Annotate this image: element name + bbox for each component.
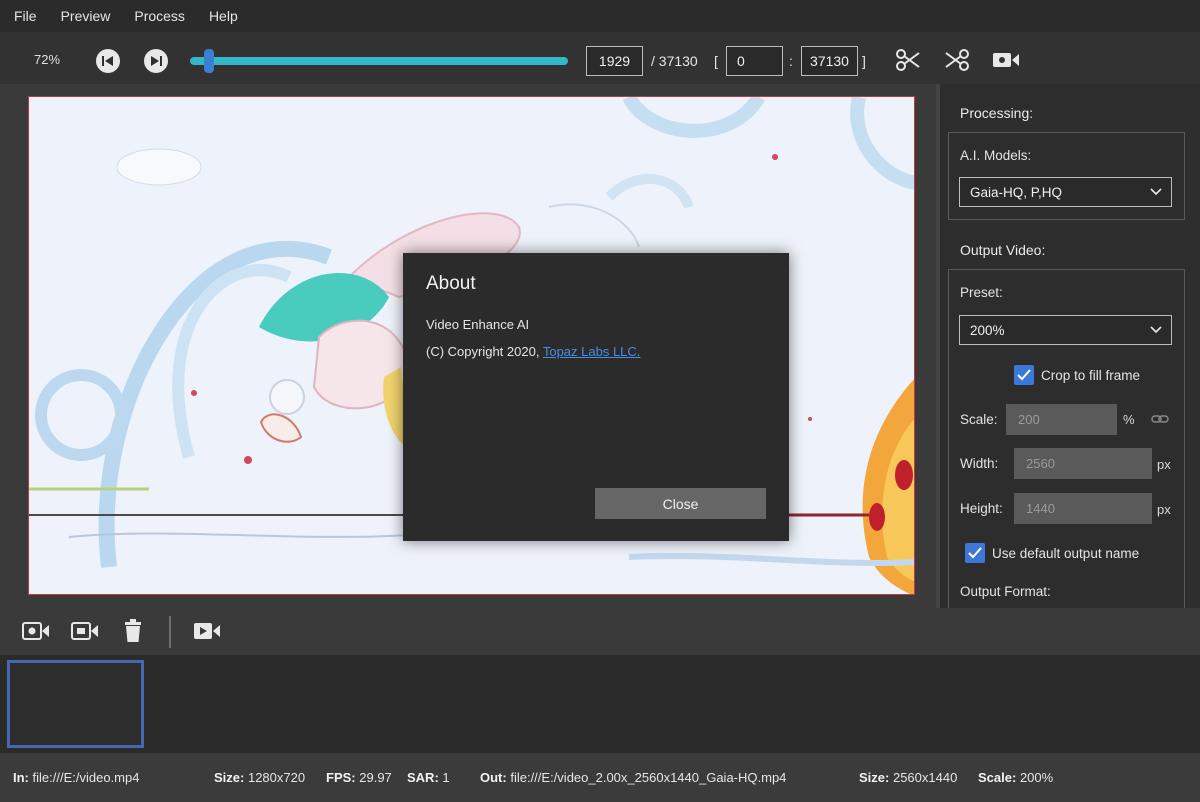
current-frame-field[interactable]: 1929: [586, 46, 643, 76]
preset-label: Preset:: [960, 285, 1003, 300]
about-dialog: About Video Enhance AI (C) Copyright 202…: [403, 253, 789, 541]
clip-toolbar: [0, 608, 1200, 655]
next-frame-button[interactable]: [144, 49, 168, 73]
about-product-name: Video Enhance AI: [426, 317, 530, 332]
height-field[interactable]: 1440: [1014, 493, 1152, 524]
video-camera-icon[interactable]: [992, 51, 1020, 69]
total-frames: / 37130: [651, 53, 698, 69]
chevron-down-icon: [1150, 188, 1162, 196]
about-copyright: (C) Copyright 2020, Topaz Labs LLC.: [426, 344, 640, 359]
range-start-field[interactable]: 0: [726, 46, 783, 76]
processing-heading: Processing:: [960, 105, 1034, 121]
chevron-down-icon: [1150, 326, 1162, 334]
scale-field[interactable]: 200: [1006, 404, 1117, 435]
status-bar: In: file:///E:/video.mp4 Size: 1280x720 …: [0, 753, 1200, 802]
checkmark-icon: [1017, 369, 1031, 381]
default-output-name-label[interactable]: Use default output name: [992, 546, 1139, 561]
toolbar-divider: [169, 616, 171, 648]
output-video-heading: Output Video:: [960, 242, 1046, 258]
output-size-status: Size: 2560x1440: [859, 770, 958, 785]
width-unit: px: [1157, 457, 1171, 472]
checkmark-icon: [968, 547, 982, 559]
output-file-status: Out: file:///E:/video_2.00x_2560x1440_Ga…: [480, 770, 787, 785]
preset-value: 200%: [970, 322, 1005, 338]
about-copyright-text: (C) Copyright 2020,: [426, 344, 540, 359]
sar-status: SAR: 1: [407, 770, 450, 785]
preset-select[interactable]: 200%: [959, 315, 1172, 345]
width-label: Width:: [960, 456, 999, 471]
range-end-field[interactable]: 37130: [801, 46, 858, 76]
skip-back-icon: [102, 56, 113, 66]
play-video-icon[interactable]: [193, 621, 221, 641]
range-separator: :: [789, 53, 793, 69]
ai-model-value: Gaia-HQ, P,HQ: [970, 184, 1063, 200]
fps-status: FPS: 29.97: [326, 770, 392, 785]
input-file-status: In: file:///E:/video.mp4: [13, 770, 140, 785]
toolbar: 72% 1929 / 37130 [ 0 : 37130 ]: [0, 32, 1200, 84]
output-format-label: Output Format:: [960, 584, 1051, 599]
settings-panel: Processing: A.I. Models: Gaia-HQ, P,HQ O…: [936, 84, 1200, 609]
timeline-slider-handle[interactable]: [204, 49, 214, 73]
add-video-icon[interactable]: [22, 621, 50, 641]
output-video-group: Preset: 200% Crop to fill frame Scale: 2…: [948, 269, 1185, 609]
ai-models-group: A.I. Models: Gaia-HQ, P,HQ: [948, 132, 1185, 220]
close-button[interactable]: Close: [595, 488, 766, 519]
menu-process[interactable]: Process: [134, 8, 185, 24]
skip-forward-icon: [151, 56, 162, 66]
width-field[interactable]: 2560: [1014, 448, 1152, 479]
scale-unit: %: [1123, 412, 1135, 427]
menu-file[interactable]: File: [14, 8, 37, 24]
company-link[interactable]: Topaz Labs LLC.: [543, 344, 641, 359]
ai-model-select[interactable]: Gaia-HQ, P,HQ: [959, 177, 1172, 207]
trash-icon[interactable]: [123, 619, 143, 643]
output-scale-status: Scale: 200%: [978, 770, 1054, 785]
menu-bar: File Preview Process Help: [0, 0, 1200, 32]
menu-preview[interactable]: Preview: [61, 8, 111, 24]
clip-thumbnail[interactable]: [7, 660, 144, 748]
ai-models-label: A.I. Models:: [960, 148, 1032, 163]
height-unit: px: [1157, 502, 1171, 517]
input-size-status: Size: 1280x720: [214, 770, 306, 785]
prev-frame-button[interactable]: [96, 49, 120, 73]
about-title: About: [426, 273, 476, 294]
range-bracket-close: ]: [862, 53, 866, 69]
clip-thumbnail-strip: [0, 655, 1200, 753]
scissors-reverse-icon[interactable]: [944, 48, 970, 72]
range-bracket-open: [: [714, 53, 718, 69]
crop-label[interactable]: Crop to fill frame: [1041, 368, 1140, 383]
link-icon[interactable]: [1151, 413, 1169, 425]
scissors-icon[interactable]: [895, 48, 921, 72]
timeline-slider[interactable]: [190, 57, 568, 65]
crop-checkbox[interactable]: [1014, 365, 1034, 385]
scale-label: Scale:: [960, 412, 998, 427]
menu-help[interactable]: Help: [209, 8, 238, 24]
default-output-name-checkbox[interactable]: [965, 543, 985, 563]
height-label: Height:: [960, 501, 1003, 516]
zoom-level[interactable]: 72%: [34, 52, 60, 67]
video-camera-icon[interactable]: [71, 621, 99, 641]
